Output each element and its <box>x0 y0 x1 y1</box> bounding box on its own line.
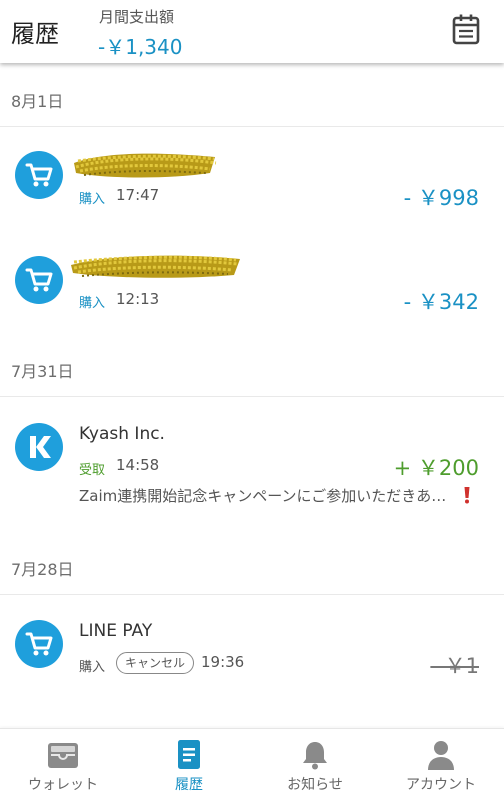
date-header: 8月1日 <box>0 64 504 127</box>
tab-notifications[interactable]: お知らせ <box>252 729 378 801</box>
transaction-type: 受取 <box>79 463 106 478</box>
bell-icon <box>303 742 327 770</box>
monthly-spend-label: 月間支出額 <box>99 8 175 26</box>
page-title: 履歴 <box>11 20 59 48</box>
redacted-merchant-scribble <box>74 153 217 178</box>
transaction-time: 12:13 <box>116 290 160 308</box>
alert-exclamation-icon <box>464 487 470 504</box>
kyash-logo-icon <box>15 423 63 471</box>
app-header: 履歴 月間支出額 -￥1,340 <box>0 0 504 63</box>
merchant-name: Kyash Inc. <box>79 424 165 444</box>
cancelled-status-badge: キャンセル <box>116 652 195 674</box>
date-header: 7月28日 <box>0 532 504 595</box>
date-label: 7月31日 <box>11 362 74 381</box>
redacted-merchant-scribble <box>71 255 240 278</box>
transaction-time: 17:47 <box>116 186 160 204</box>
shopping-cart-icon <box>15 256 63 304</box>
tab-account[interactable]: アカウント <box>378 729 504 801</box>
tab-label: アカウント <box>406 777 476 793</box>
transaction-time: 14:58 <box>116 456 160 474</box>
monthly-spend-amount: -￥1,340 <box>98 35 183 59</box>
person-icon <box>428 741 454 770</box>
transaction-item[interactable]: 購入 17:47 - ￥998 <box>0 127 504 231</box>
tab-history[interactable]: 履歴 <box>126 729 252 801</box>
wallet-icon <box>48 743 78 768</box>
transaction-amount: - ￥998 <box>403 186 479 210</box>
transaction-item[interactable]: Kyash Inc. 受取 14:58 + ￥200 Zaim連携開始記念キャン… <box>0 397 504 533</box>
transaction-item[interactable]: LINE PAY 購入 キャンセル 19:36 - ￥1 <box>0 595 504 699</box>
date-header: 7月31日 <box>0 334 504 397</box>
transaction-type: 購入 <box>79 296 106 311</box>
tab-wallet[interactable]: ウォレット <box>0 729 126 801</box>
transaction-type: 購入 <box>79 660 106 675</box>
transaction-item[interactable]: 購入 12:13 - ￥342 <box>0 231 504 335</box>
tab-label: お知らせ <box>287 777 343 793</box>
transaction-type: 購入 <box>79 192 106 207</box>
calendar-icon <box>452 14 480 45</box>
transaction-amount: + ￥200 <box>393 456 479 480</box>
shopping-cart-icon <box>15 620 63 668</box>
transaction-amount: - ￥342 <box>403 290 479 314</box>
bottom-tab-bar: ウォレット 履歴 お知らせ アカウント <box>0 728 504 801</box>
calendar-button[interactable] <box>451 13 481 45</box>
transaction-amount: - ￥1 <box>430 654 479 678</box>
transaction-time: 19:36 <box>201 653 245 671</box>
date-label: 7月28日 <box>11 560 74 579</box>
history-document-icon <box>178 740 200 769</box>
date-label: 8月1日 <box>11 92 64 111</box>
tab-label: ウォレット <box>28 777 98 793</box>
merchant-name: LINE PAY <box>79 621 153 641</box>
tab-label: 履歴 <box>175 777 203 793</box>
transaction-memo: Zaim連携開始記念キャンペーンにご参加いただきあ… <box>79 487 447 505</box>
shopping-cart-icon <box>15 151 63 199</box>
